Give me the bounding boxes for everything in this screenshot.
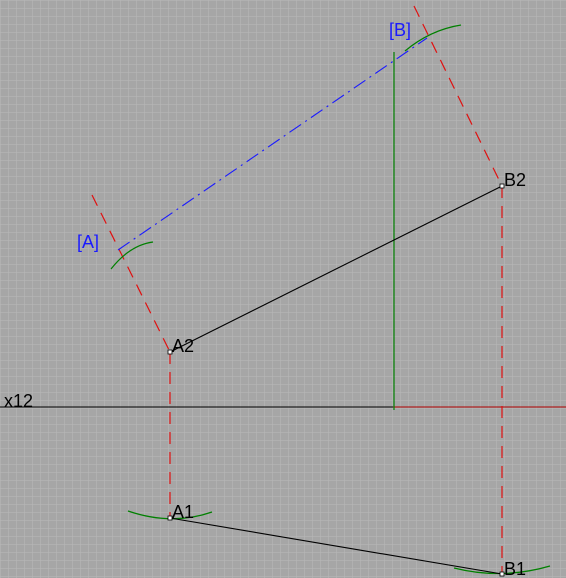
label-b2: B2 — [504, 170, 526, 190]
label-b-true-length: [B] — [389, 20, 411, 40]
label-a1: A1 — [172, 502, 194, 522]
label-a-true-length: [A] — [77, 232, 99, 252]
label-a2: A2 — [172, 336, 194, 356]
label-b1: B1 — [504, 559, 526, 578]
drawing-canvas[interactable]: x12 A2 B2 A1 B1 [A] [B] — [0, 0, 566, 578]
grid — [0, 0, 566, 578]
axis-label-x12: x12 — [4, 391, 33, 411]
